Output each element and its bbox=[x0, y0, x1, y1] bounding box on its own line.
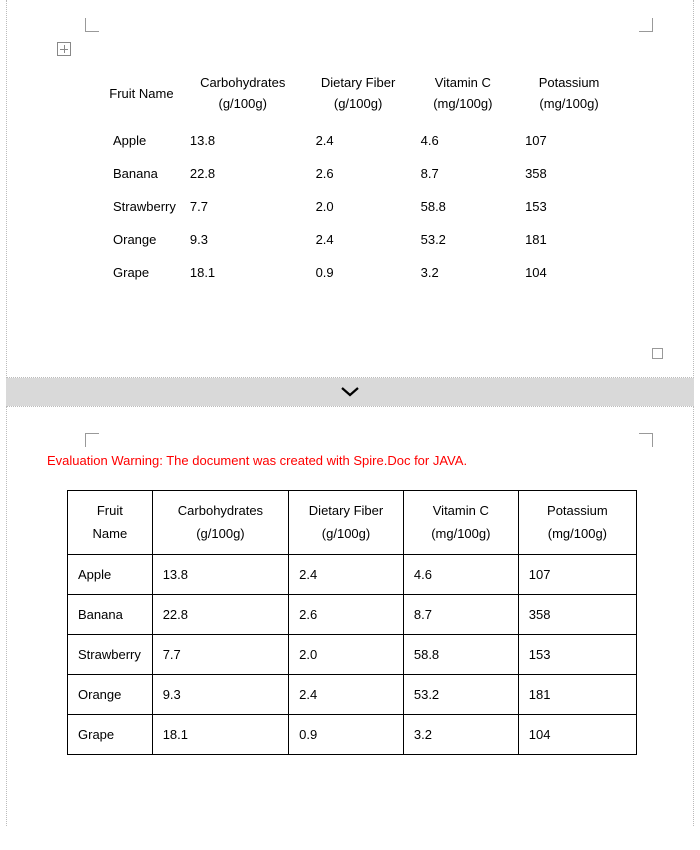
cell: 2.4 bbox=[289, 675, 404, 715]
evaluation-warning: Evaluation Warning: The document was cre… bbox=[47, 453, 653, 468]
table-row: Strawberry7.72.058.8153 bbox=[103, 190, 623, 223]
cell: 4.6 bbox=[403, 555, 518, 595]
cell: 0.9 bbox=[289, 715, 404, 755]
cell: 358 bbox=[518, 595, 636, 635]
table-row: Orange9.32.453.2181 bbox=[103, 223, 623, 256]
chevron-down-icon bbox=[339, 385, 361, 399]
col-header: Fruit Name bbox=[103, 64, 180, 124]
crop-mark-tl bbox=[85, 18, 99, 32]
cell: 13.8 bbox=[152, 555, 288, 595]
cell: 0.9 bbox=[306, 256, 411, 289]
table-row: Strawberry7.72.058.8153 bbox=[68, 635, 637, 675]
table-row: Grape18.10.93.2104 bbox=[68, 715, 637, 755]
col-header: Potassium (mg/100g) bbox=[518, 491, 636, 555]
cell: 153 bbox=[515, 190, 623, 223]
cell: Banana bbox=[68, 595, 153, 635]
table-row: Apple13.82.44.6107 bbox=[68, 555, 637, 595]
page-gap-expand[interactable] bbox=[6, 378, 694, 406]
cell: 107 bbox=[515, 124, 623, 157]
cell: 13.8 bbox=[180, 124, 306, 157]
cell: 8.7 bbox=[411, 157, 515, 190]
page-2-preview: Evaluation Warning: The document was cre… bbox=[6, 406, 694, 826]
table-row: Grape18.10.93.2104 bbox=[103, 256, 623, 289]
cell: 2.0 bbox=[306, 190, 411, 223]
cell: 8.7 bbox=[403, 595, 518, 635]
cell: 9.3 bbox=[152, 675, 288, 715]
col-header: Dietary Fiber (g/100g) bbox=[306, 64, 411, 124]
cell: 181 bbox=[518, 675, 636, 715]
table-row: Apple13.82.44.6107 bbox=[103, 124, 623, 157]
table-row: Banana22.82.68.7358 bbox=[103, 157, 623, 190]
col-header: Vitamin C (mg/100g) bbox=[411, 64, 515, 124]
cell: 2.6 bbox=[289, 595, 404, 635]
table-anchor-icon[interactable] bbox=[57, 42, 71, 56]
page-1-preview: Fruit Name Carbohydrates (g/100g) Dietar… bbox=[6, 0, 694, 378]
cell: Orange bbox=[103, 223, 180, 256]
cell: Banana bbox=[103, 157, 180, 190]
cell: Strawberry bbox=[103, 190, 180, 223]
col-header: Carbohydrates (g/100g) bbox=[180, 64, 306, 124]
cell: Grape bbox=[68, 715, 153, 755]
cell: 7.7 bbox=[152, 635, 288, 675]
cell: 2.4 bbox=[306, 223, 411, 256]
table-row: Banana22.82.68.7358 bbox=[68, 595, 637, 635]
cell: 2.4 bbox=[289, 555, 404, 595]
cell: Strawberry bbox=[68, 635, 153, 675]
col-header: Potassium (mg/100g) bbox=[515, 64, 623, 124]
cell: 22.8 bbox=[180, 157, 306, 190]
cell: 22.8 bbox=[152, 595, 288, 635]
nutrition-table-noborder: Fruit Name Carbohydrates (g/100g) Dietar… bbox=[103, 64, 623, 289]
cell: 4.6 bbox=[411, 124, 515, 157]
cell: 18.1 bbox=[152, 715, 288, 755]
tbody-2: Apple13.82.44.6107Banana22.82.68.7358Str… bbox=[68, 555, 637, 755]
cell: 53.2 bbox=[411, 223, 515, 256]
cell: 58.8 bbox=[403, 635, 518, 675]
cell: 7.7 bbox=[180, 190, 306, 223]
cell: 104 bbox=[518, 715, 636, 755]
cell: 3.2 bbox=[403, 715, 518, 755]
cell: 2.0 bbox=[289, 635, 404, 675]
cell: 181 bbox=[515, 223, 623, 256]
col-header: Vitamin C (mg/100g) bbox=[403, 491, 518, 555]
col-header: Dietary Fiber (g/100g) bbox=[289, 491, 404, 555]
cell: Apple bbox=[68, 555, 153, 595]
table-header-row: Fruit Name Carbohydrates (g/100g) Dietar… bbox=[103, 64, 623, 124]
cell: 153 bbox=[518, 635, 636, 675]
crop-mark-tr bbox=[639, 18, 653, 32]
cell: 18.1 bbox=[180, 256, 306, 289]
table-header-row: Fruit Name Carbohydrates (g/100g) Dietar… bbox=[68, 491, 637, 555]
cell: 107 bbox=[518, 555, 636, 595]
col-header: Carbohydrates (g/100g) bbox=[152, 491, 288, 555]
col-header: Fruit Name bbox=[68, 491, 153, 555]
nutrition-table-bordered: Fruit Name Carbohydrates (g/100g) Dietar… bbox=[67, 490, 637, 755]
table-row: Orange9.32.453.2181 bbox=[68, 675, 637, 715]
cell: 58.8 bbox=[411, 190, 515, 223]
cell: Apple bbox=[103, 124, 180, 157]
tbody-1: Apple13.82.44.6107Banana22.82.68.7358Str… bbox=[103, 124, 623, 289]
cell: 104 bbox=[515, 256, 623, 289]
crop-mark-tr bbox=[639, 433, 653, 447]
cell: Orange bbox=[68, 675, 153, 715]
cell: 9.3 bbox=[180, 223, 306, 256]
cell: 2.4 bbox=[306, 124, 411, 157]
crop-mark-tl bbox=[85, 433, 99, 447]
cell: 53.2 bbox=[403, 675, 518, 715]
cell: Grape bbox=[103, 256, 180, 289]
cell: 3.2 bbox=[411, 256, 515, 289]
cell: 2.6 bbox=[306, 157, 411, 190]
end-of-cell-mark bbox=[652, 348, 663, 359]
cell: 358 bbox=[515, 157, 623, 190]
